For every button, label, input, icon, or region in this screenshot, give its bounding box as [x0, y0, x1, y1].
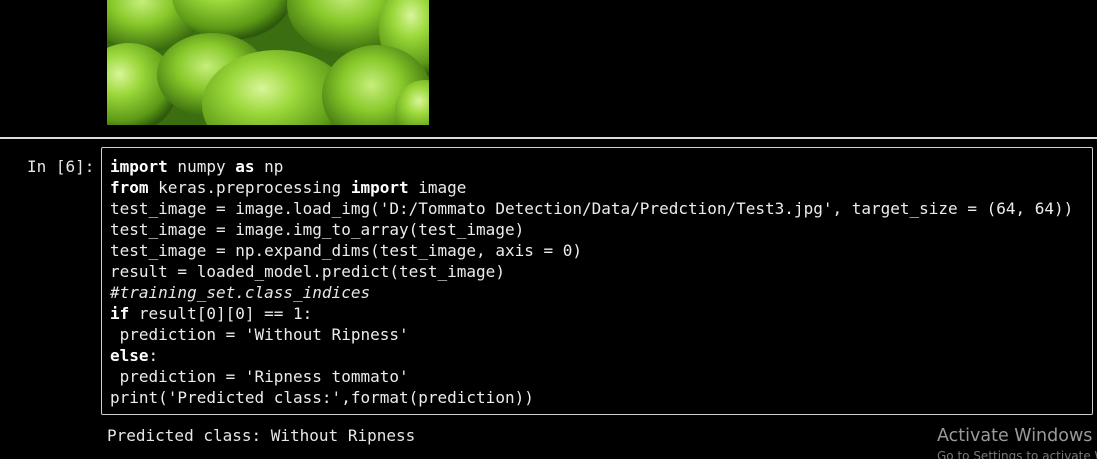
code-comment: #training_set.class_indices — [110, 283, 371, 302]
code-keyword: import — [350, 178, 409, 197]
code-line: prediction = 'Ripness tommato' — [110, 366, 1073, 387]
code-text: result[0][0] == 1: — [129, 304, 313, 323]
code-text: test_image = np.expand_dims(test_image, … — [110, 241, 583, 260]
code-text: prediction = 'Ripness tommato' — [110, 367, 409, 386]
code-line: else: — [110, 345, 1073, 366]
code-line: if result[0][0] == 1: — [110, 303, 1073, 324]
code-text: print('Predicted class:',format(predicti… — [110, 388, 534, 407]
code-text: test_image = image.img_to_array(test_ima… — [110, 220, 525, 239]
code-line: test_image = np.expand_dims(test_image, … — [110, 240, 1073, 261]
activate-windows-title: Activate Windows — [937, 426, 1093, 446]
code-line: import numpy as np — [110, 156, 1073, 177]
code-line: test_image = image.img_to_array(test_ima… — [110, 219, 1073, 240]
input-prompt: In [6]: — [27, 157, 95, 176]
code-line: print('Predicted class:',format(predicti… — [110, 387, 1073, 408]
code-cell-input[interactable]: import numpy as np from keras.preprocessi… — [101, 147, 1093, 415]
code-text: keras.preprocessing — [148, 178, 351, 197]
code-keyword: from — [110, 178, 149, 197]
code-keyword: as — [235, 157, 255, 176]
code-line: result = loaded_model.predict(test_image… — [110, 261, 1073, 282]
code-keyword: else — [110, 346, 149, 365]
green-tomatoes-image — [107, 0, 429, 125]
code-keyword: if — [110, 304, 130, 323]
code-text: test_image = image.load_img('D:/Tommato … — [110, 199, 1074, 218]
code-text: : — [148, 346, 159, 365]
code-line: test_image = image.load_img('D:/Tommato … — [110, 198, 1073, 219]
code-line: from keras.preprocessing import image — [110, 177, 1073, 198]
code-editor[interactable]: import numpy as np from keras.preprocessi… — [110, 156, 1073, 408]
code-line: #training_set.class_indices — [110, 282, 1073, 303]
code-text: prediction = 'Without Ripness' — [110, 325, 409, 344]
cell-separator — [0, 137, 1097, 139]
code-line: prediction = 'Without Ripness' — [110, 324, 1073, 345]
tomato-image-output — [107, 0, 429, 125]
code-text: image — [408, 178, 467, 197]
code-text: result = loaded_model.predict(test_image… — [110, 262, 505, 281]
cell-output-text: Predicted class: Without Ripness — [107, 426, 416, 445]
code-keyword: import — [110, 157, 168, 176]
activate-windows-subtitle: Go to Settings to activate Windows. — [937, 449, 1097, 459]
code-text: numpy — [167, 157, 236, 176]
code-text: np — [254, 157, 284, 176]
